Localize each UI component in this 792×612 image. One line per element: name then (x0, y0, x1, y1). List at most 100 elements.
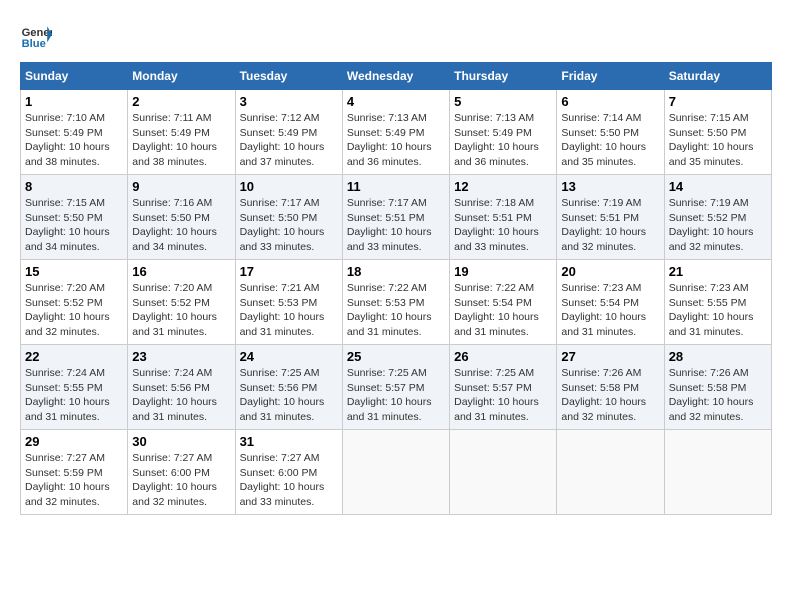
calendar-day-cell: 12 Sunrise: 7:18 AM Sunset: 5:51 PM Dayl… (450, 175, 557, 260)
svg-text:Blue: Blue (22, 38, 46, 50)
daylight-label: Daylight: 10 hours (240, 311, 325, 323)
day-number: 8 (25, 179, 123, 194)
day-info: Sunrise: 7:18 AM Sunset: 5:51 PM Dayligh… (454, 196, 552, 255)
sunset-value: 5:55 PM (707, 297, 746, 309)
sunrise-label: Sunrise: (132, 112, 173, 124)
daylight-minutes: and 31 minutes. (561, 326, 636, 338)
calendar-day-cell: 7 Sunrise: 7:15 AM Sunset: 5:50 PM Dayli… (664, 90, 771, 175)
calendar-day-cell (664, 430, 771, 515)
day-info: Sunrise: 7:13 AM Sunset: 5:49 PM Dayligh… (454, 111, 552, 170)
daylight-label: Daylight: 10 hours (25, 226, 110, 238)
calendar-table: SundayMondayTuesdayWednesdayThursdayFrid… (20, 62, 772, 515)
day-number: 6 (561, 94, 659, 109)
sunrise-value: 7:13 AM (388, 112, 427, 124)
calendar-day-cell: 15 Sunrise: 7:20 AM Sunset: 5:52 PM Dayl… (21, 260, 128, 345)
sunrise-label: Sunrise: (25, 367, 66, 379)
daylight-minutes: and 35 minutes. (669, 156, 744, 168)
day-info: Sunrise: 7:23 AM Sunset: 5:55 PM Dayligh… (669, 281, 767, 340)
daylight-minutes: and 31 minutes. (347, 411, 422, 423)
calendar-day-cell: 16 Sunrise: 7:20 AM Sunset: 5:52 PM Dayl… (128, 260, 235, 345)
daylight-label: Daylight: 10 hours (347, 396, 432, 408)
day-number: 31 (240, 434, 338, 449)
sunrise-value: 7:14 AM (603, 112, 642, 124)
sunrise-label: Sunrise: (454, 367, 495, 379)
daylight-minutes: and 33 minutes. (454, 241, 529, 253)
logo-icon: General Blue (20, 20, 52, 52)
sunrise-label: Sunrise: (669, 367, 710, 379)
sunset-value: 5:54 PM (493, 297, 532, 309)
daylight-label: Daylight: 10 hours (25, 311, 110, 323)
sunset-value: 5:50 PM (171, 212, 210, 224)
sunrise-label: Sunrise: (561, 367, 602, 379)
daylight-minutes: and 31 minutes. (669, 326, 744, 338)
weekday-header-row: SundayMondayTuesdayWednesdayThursdayFrid… (21, 63, 772, 90)
daylight-minutes: and 37 minutes. (240, 156, 315, 168)
sunset-label: Sunset: (132, 212, 171, 224)
day-number: 27 (561, 349, 659, 364)
daylight-label: Daylight: 10 hours (561, 311, 646, 323)
sunrise-label: Sunrise: (25, 452, 66, 464)
day-number: 29 (25, 434, 123, 449)
sunset-value: 5:50 PM (707, 127, 746, 139)
sunrise-value: 7:24 AM (66, 367, 105, 379)
daylight-minutes: and 33 minutes. (347, 241, 422, 253)
sunset-label: Sunset: (561, 127, 600, 139)
daylight-minutes: and 32 minutes. (25, 496, 100, 508)
calendar-week-row: 15 Sunrise: 7:20 AM Sunset: 5:52 PM Dayl… (21, 260, 772, 345)
sunrise-value: 7:17 AM (388, 197, 427, 209)
sunrise-label: Sunrise: (454, 197, 495, 209)
daylight-minutes: and 31 minutes. (240, 326, 315, 338)
sunset-label: Sunset: (454, 382, 493, 394)
sunset-value: 5:53 PM (385, 297, 424, 309)
day-info: Sunrise: 7:13 AM Sunset: 5:49 PM Dayligh… (347, 111, 445, 170)
sunset-value: 6:00 PM (278, 467, 317, 479)
sunset-label: Sunset: (240, 382, 279, 394)
daylight-minutes: and 32 minutes. (132, 496, 207, 508)
sunset-label: Sunset: (561, 382, 600, 394)
day-number: 24 (240, 349, 338, 364)
day-number: 7 (669, 94, 767, 109)
weekday-header-sunday: Sunday (21, 63, 128, 90)
daylight-label: Daylight: 10 hours (132, 311, 217, 323)
sunrise-value: 7:27 AM (66, 452, 105, 464)
sunrise-label: Sunrise: (347, 112, 388, 124)
daylight-minutes: and 31 minutes. (347, 326, 422, 338)
sunrise-value: 7:25 AM (388, 367, 427, 379)
calendar-week-row: 22 Sunrise: 7:24 AM Sunset: 5:55 PM Dayl… (21, 345, 772, 430)
sunset-label: Sunset: (454, 297, 493, 309)
sunrise-label: Sunrise: (132, 282, 173, 294)
sunrise-value: 7:27 AM (174, 452, 213, 464)
sunrise-label: Sunrise: (240, 282, 281, 294)
calendar-day-cell: 20 Sunrise: 7:23 AM Sunset: 5:54 PM Dayl… (557, 260, 664, 345)
sunrise-value: 7:13 AM (496, 112, 535, 124)
sunset-value: 5:50 PM (64, 212, 103, 224)
daylight-label: Daylight: 10 hours (132, 396, 217, 408)
sunrise-value: 7:22 AM (496, 282, 535, 294)
daylight-label: Daylight: 10 hours (240, 481, 325, 493)
day-number: 17 (240, 264, 338, 279)
calendar-day-cell: 14 Sunrise: 7:19 AM Sunset: 5:52 PM Dayl… (664, 175, 771, 260)
calendar-day-cell: 30 Sunrise: 7:27 AM Sunset: 6:00 PM Dayl… (128, 430, 235, 515)
daylight-minutes: and 36 minutes. (347, 156, 422, 168)
sunrise-value: 7:19 AM (603, 197, 642, 209)
calendar-day-cell: 9 Sunrise: 7:16 AM Sunset: 5:50 PM Dayli… (128, 175, 235, 260)
sunset-label: Sunset: (669, 212, 708, 224)
day-info: Sunrise: 7:17 AM Sunset: 5:51 PM Dayligh… (347, 196, 445, 255)
sunset-value: 5:56 PM (278, 382, 317, 394)
day-info: Sunrise: 7:25 AM Sunset: 5:57 PM Dayligh… (347, 366, 445, 425)
daylight-minutes: and 31 minutes. (454, 411, 529, 423)
sunrise-value: 7:15 AM (710, 112, 749, 124)
sunrise-value: 7:15 AM (66, 197, 105, 209)
daylight-label: Daylight: 10 hours (454, 311, 539, 323)
sunrise-label: Sunrise: (25, 282, 66, 294)
day-info: Sunrise: 7:15 AM Sunset: 5:50 PM Dayligh… (669, 111, 767, 170)
day-number: 26 (454, 349, 552, 364)
day-number: 19 (454, 264, 552, 279)
sunrise-value: 7:20 AM (174, 282, 213, 294)
calendar-day-cell: 25 Sunrise: 7:25 AM Sunset: 5:57 PM Dayl… (342, 345, 449, 430)
day-info: Sunrise: 7:26 AM Sunset: 5:58 PM Dayligh… (561, 366, 659, 425)
calendar-day-cell: 22 Sunrise: 7:24 AM Sunset: 5:55 PM Dayl… (21, 345, 128, 430)
day-number: 10 (240, 179, 338, 194)
calendar-day-cell: 26 Sunrise: 7:25 AM Sunset: 5:57 PM Dayl… (450, 345, 557, 430)
calendar-week-row: 1 Sunrise: 7:10 AM Sunset: 5:49 PM Dayli… (21, 90, 772, 175)
